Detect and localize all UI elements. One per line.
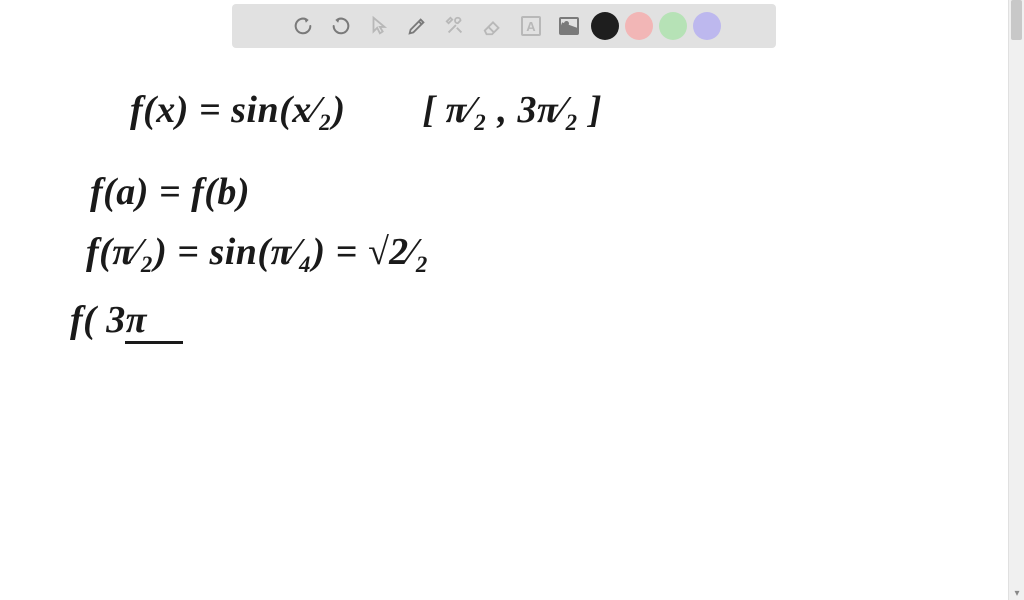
drawing-toolbar: A [232,4,776,48]
handwritten-line-4: f( 3π [70,298,147,342]
pointer-icon [368,15,390,37]
whiteboard-canvas[interactable]: f(x) = sin(x⁄₂) [ π⁄₂ , 3π⁄₂ ] f(a) = f(… [0,50,1008,600]
redo-icon [330,15,352,37]
pen-icon [406,15,428,37]
image-tool-button[interactable] [553,10,585,42]
color-green[interactable] [659,12,687,40]
textbox-icon: A [521,16,541,36]
scroll-down-arrow[interactable]: ▾ [1012,588,1022,598]
textbox-tool-button[interactable]: A [515,10,547,42]
image-icon [559,17,579,35]
tools-button[interactable] [439,10,471,42]
scrollbar-thumb[interactable] [1011,0,1022,40]
handwritten-line-3: f(π⁄₂) = sin(π⁄₄) = √2⁄₂ [86,230,429,274]
color-purple[interactable] [693,12,721,40]
color-pink[interactable] [625,12,653,40]
handwritten-line-1: f(x) = sin(x⁄₂) [ π⁄₂ , 3π⁄₂ ] [130,88,602,132]
handwritten-line-2: f(a) = f(b) [90,170,250,214]
undo-icon [292,15,314,37]
undo-button[interactable] [287,10,319,42]
redo-button[interactable] [325,10,357,42]
eraser-icon [482,15,504,37]
pointer-tool-button[interactable] [363,10,395,42]
vertical-scrollbar[interactable]: ▴ ▾ [1008,0,1024,600]
color-black[interactable] [591,12,619,40]
eraser-tool-button[interactable] [477,10,509,42]
pen-tool-button[interactable] [401,10,433,42]
tools-icon [444,15,466,37]
